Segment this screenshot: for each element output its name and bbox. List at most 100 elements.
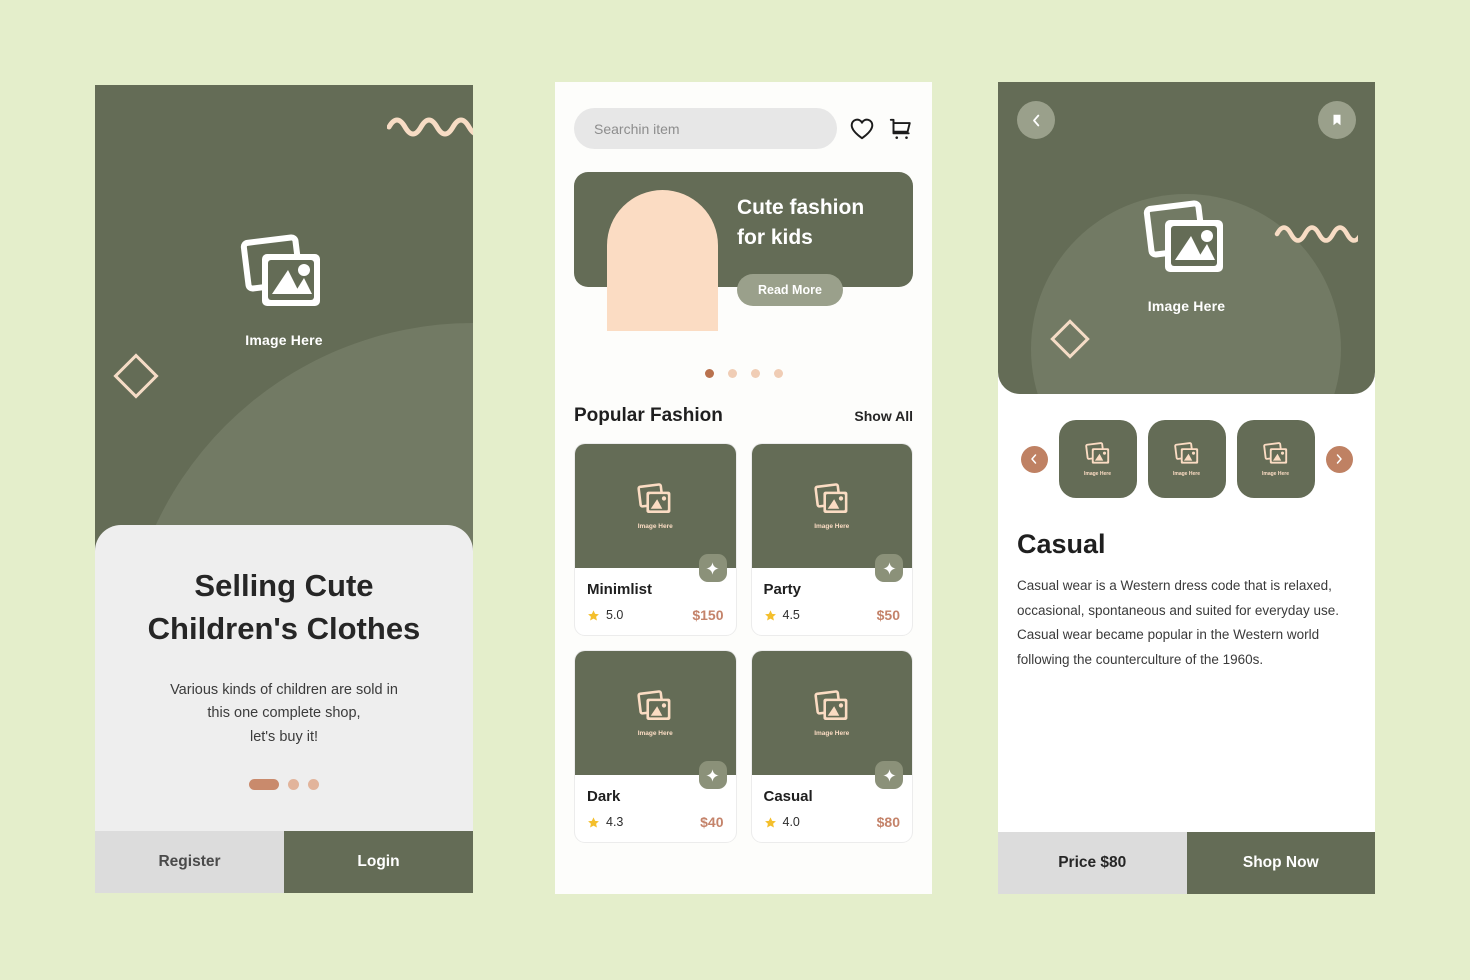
star-icon (764, 816, 776, 828)
product-price: $80 (876, 814, 900, 830)
add-to-cart-badge[interactable] (698, 554, 727, 582)
carousel-prev-button[interactable] (1020, 445, 1048, 473)
carousel-dot-2[interactable] (727, 369, 737, 378)
image-placeholder-icon (637, 689, 671, 720)
product-rating: 4.0 (764, 815, 800, 829)
thumbnail-item[interactable]: Image Here (1058, 420, 1137, 498)
image-placeholder-icon (814, 689, 848, 720)
product-title: Casual (1017, 529, 1106, 559)
product-name: Minimlist (587, 581, 653, 598)
product-meta: 4.5 $50 (764, 607, 900, 623)
onboarding-pagination[interactable] (249, 778, 319, 790)
product-card[interactable]: Image Here Casual 4.0 $80 (750, 650, 913, 843)
cart-icon[interactable] (887, 116, 913, 142)
product-price: $40 (700, 814, 724, 830)
image-placeholder-icon (1173, 441, 1198, 464)
image-placeholder-icon (814, 482, 848, 513)
add-to-cart-badge[interactable] (875, 761, 903, 789)
four-point-star-icon (706, 768, 719, 782)
login-button[interactable]: Login (284, 831, 473, 893)
home-topbar (574, 108, 913, 149)
image-placeholder-label: Image Here (1147, 298, 1226, 314)
page-subtitle-line1: Various kinds of children are sold in (170, 681, 398, 698)
product-price: $50 (876, 607, 900, 623)
product-card[interactable]: Image Here Dark 4.3 $40 (574, 650, 737, 843)
promo-banner-title-line1: Cute fashion (737, 196, 865, 219)
search-input[interactable] (574, 108, 837, 149)
product-meta: 4.0 $80 (764, 814, 900, 830)
product-image: Image Here (751, 444, 912, 582)
product-meta: 4.3 $40 (587, 814, 724, 830)
chevron-right-icon (1336, 454, 1342, 464)
image-placeholder-label: Image Here (245, 332, 323, 348)
back-button[interactable] (1017, 101, 1055, 139)
product-name: Casual (763, 788, 813, 805)
add-to-cart-badge[interactable] (875, 554, 903, 582)
diamond-decoration-icon (113, 353, 159, 399)
thumbnail-item[interactable]: Image Here (1236, 420, 1315, 498)
shop-now-button[interactable]: Shop Now (1186, 832, 1375, 894)
carousel-dot-3[interactable] (750, 369, 760, 378)
squiggle-decoration-icon (1274, 225, 1358, 243)
carousel-dot-4[interactable] (773, 369, 783, 378)
four-point-star-icon (882, 561, 896, 575)
page-title: Selling Cute Children's Clothes (148, 565, 421, 651)
image-placeholder-icon (240, 234, 320, 306)
product-rating: 5.0 (587, 608, 623, 622)
page-subtitle-line2: this one complete shop, (207, 705, 361, 722)
four-point-star-icon (706, 561, 719, 575)
star-icon (588, 816, 599, 828)
image-placeholder-icon (1084, 441, 1109, 464)
image-placeholder-icon (1143, 200, 1223, 272)
product-card[interactable]: Image Here Minimlist 5.0 $150 (574, 443, 737, 636)
read-more-button[interactable]: Read More (737, 274, 843, 306)
product-description: Casual wear is a Western dress code that… (1017, 574, 1356, 672)
star-icon (588, 609, 599, 621)
product-image-label: Image Here (637, 729, 673, 737)
pagination-dot-2[interactable] (288, 778, 299, 790)
show-all-link[interactable]: Show All (854, 408, 913, 424)
pagination-dot-1[interactable] (249, 778, 279, 790)
thumbnail-item[interactable]: Image Here (1147, 420, 1226, 498)
thumbnail-label: Image Here (1173, 470, 1200, 477)
promo-banner-title: Cute fashion for kids (737, 193, 864, 253)
image-placeholder-icon (637, 482, 671, 513)
thumbnail-carousel: Image Here Image Here Image Here (998, 420, 1375, 498)
hero-image-placeholder: Image Here (998, 194, 1375, 314)
page-title-line1: Selling Cute (194, 568, 374, 603)
carousel-dot-1[interactable] (704, 369, 714, 378)
popular-fashion-header: Popular Fashion Show All (574, 405, 913, 427)
product-image-label: Image Here (637, 522, 673, 530)
heart-icon[interactable] (849, 116, 875, 142)
product-hero: Image Here (998, 82, 1375, 394)
product-name: Party (763, 581, 802, 598)
screen-onboarding: Image Here Selling Cute Children's Cloth… (95, 85, 473, 893)
product-rating: 4.3 (587, 815, 623, 829)
carousel-next-button[interactable] (1325, 445, 1353, 473)
page-title-line2: Children's Clothes (147, 610, 421, 646)
bookmark-icon (1333, 114, 1341, 126)
screen-home: Cute fashion for kids Read More Popular … (555, 82, 932, 894)
product-rating: 4.5 (764, 608, 800, 622)
price-button[interactable]: Price $80 (998, 832, 1187, 894)
product-image-label: Image Here (814, 522, 850, 530)
section-title: Popular Fashion (574, 405, 723, 426)
onboarding-actions: Register Login (95, 831, 473, 893)
chevron-left-icon (1032, 114, 1039, 126)
page-subtitle: Various kinds of children are sold in th… (170, 679, 398, 749)
product-price: $150 (692, 607, 724, 623)
screen-product-detail: Image Here Image Here Image Here Image H… (998, 82, 1375, 894)
product-rating-value: 4.0 (782, 815, 800, 829)
bookmark-button[interactable] (1318, 101, 1356, 139)
promo-banner[interactable]: Cute fashion for kids Read More (574, 172, 913, 331)
pagination-dot-3[interactable] (308, 778, 319, 790)
add-to-cart-badge[interactable] (698, 761, 727, 789)
banner-carousel-pagination[interactable] (574, 369, 913, 378)
chevron-left-icon (1031, 454, 1037, 464)
product-card[interactable]: Image Here Party 4.5 $50 (750, 443, 913, 636)
product-meta: 5.0 $150 (587, 607, 724, 623)
register-button[interactable]: Register (95, 831, 284, 893)
product-image-label: Image Here (814, 729, 850, 737)
promo-banner-title-line2: for kids (737, 225, 813, 249)
product-description-line2: occasional, spontaneous and suited for e… (1017, 602, 1339, 618)
